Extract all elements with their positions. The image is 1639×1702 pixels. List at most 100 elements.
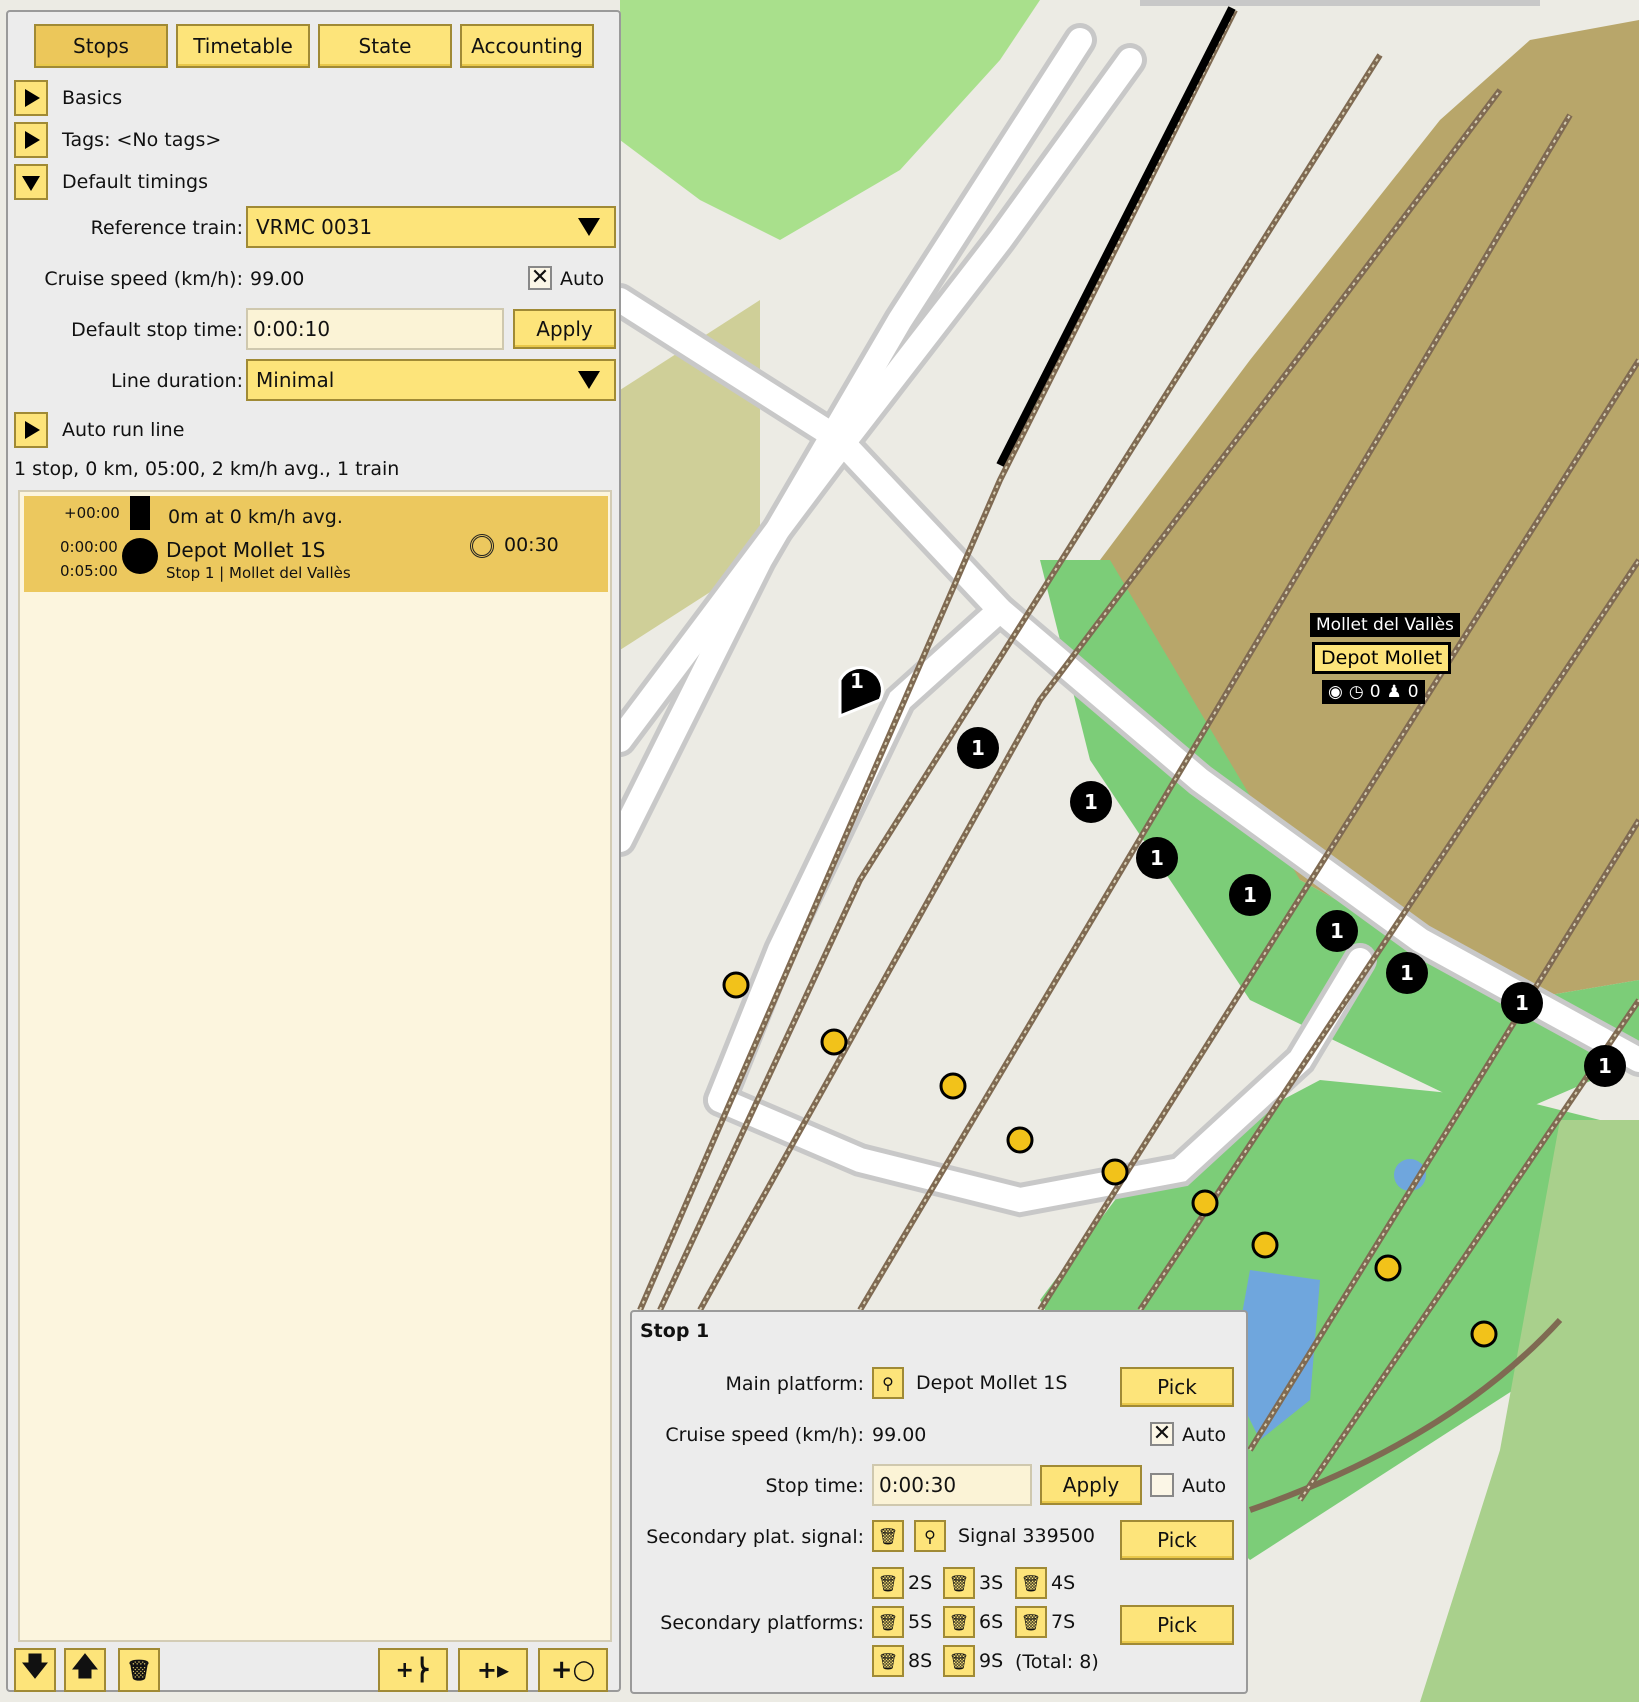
apply-stop-time-button[interactable]: Apply [1040,1465,1142,1505]
remove-platform-button[interactable]: 🗑 [872,1567,904,1599]
section-default-timings[interactable]: Default timings [14,164,208,200]
triangle-right-icon [25,89,40,107]
remove-platform-button[interactable]: 🗑 [943,1567,975,1599]
main-platform-value: Depot Mollet 1S [916,1372,1068,1394]
stop-marker-label: 1 [971,736,985,760]
line-duration-dropdown[interactable]: Minimal [246,359,616,401]
remove-platform-button[interactable]: 🗑 [943,1645,975,1677]
pick-platforms-button[interactable]: Pick [1120,1605,1234,1645]
segment-offset: +00:00 [64,504,120,522]
main-platform-field: ⚲ Depot Mollet 1S [872,1367,1067,1399]
list-item: 🗑 7S [1015,1606,1075,1638]
trash-icon: 🗑 [877,1573,899,1593]
remove-platform-button[interactable]: 🗑 [872,1645,904,1677]
default-stop-time-input[interactable]: 0:00:10 [246,308,504,350]
collapse-button[interactable] [14,164,48,200]
pin-icon: ⚲ [924,1526,936,1546]
trash-icon: 🗑 [948,1612,970,1632]
cruise-speed-auto-checkbox[interactable]: ✕ [1150,1422,1174,1446]
list-item: 🗑 8S [872,1645,932,1677]
tab-stops[interactable]: Stops [34,24,168,68]
stop-marker-label: 1 [1515,991,1529,1015]
trash-icon: 🗑 [877,1612,899,1632]
remove-platform-button[interactable]: 🗑 [872,1606,904,1638]
stop-list[interactable]: +00:00 0m at 0 km/h avg. 0:00:00 0:05:00… [18,490,612,1642]
add-stop-icon: +▸ [476,1656,510,1684]
section-label: Default timings [62,171,208,193]
platform-name: 6S [979,1611,1004,1633]
section-label: Tags: <No tags> [62,129,222,151]
pin-button[interactable]: ⚲ [872,1367,904,1399]
pick-signal-button[interactable]: Pick [1120,1520,1234,1560]
remove-platform-button[interactable]: 🗑 [1015,1567,1047,1599]
dwell-time: 00:30 [504,534,559,556]
platform-name: 5S [908,1611,933,1633]
trash-icon: 🗑 [1020,1612,1042,1632]
tab-timetable[interactable]: Timetable [176,24,310,68]
expand-button[interactable] [14,412,48,448]
remove-platform-button[interactable]: 🗑 [1015,1606,1047,1638]
section-label: Auto run line [62,419,185,441]
move-up-button[interactable]: 🡅 [64,1648,106,1692]
secondary-signal-field: 🗑 ⚲ Signal 339500 [872,1520,1095,1552]
tab-accounting[interactable]: Accounting [460,24,594,68]
remove-signal-button[interactable]: 🗑 [872,1520,904,1552]
list-item: 🗑 3S [943,1567,1003,1599]
station-name-label[interactable]: Depot Mollet [1312,642,1452,674]
delete-stop-button[interactable]: 🗑 [118,1648,160,1692]
stop-marker-label: 1 [1400,961,1414,985]
people-icon: ♟ [1386,682,1402,702]
tab-state[interactable]: State [318,24,452,68]
list-item: 🗑 5S [872,1606,932,1638]
section-tags[interactable]: Tags: <No tags> [14,122,221,158]
list-item: 🗑 4S [1015,1567,1075,1599]
cruise-speed-auto-checkbox[interactable]: ✕ [528,266,552,290]
auto-label: Auto [1182,1424,1227,1446]
cruise-speed-label: Cruise speed (km/h): [665,1424,864,1446]
pick-main-platform-button[interactable]: Pick [1120,1367,1234,1407]
reference-train-dropdown[interactable]: VRMC 0031 [246,206,616,248]
stop-time-input[interactable]: 0:00:30 [872,1464,1032,1506]
remove-platform-button[interactable]: 🗑 [943,1606,975,1638]
list-item: 🗑 9S [943,1645,1003,1677]
trash-icon: 🗑 [948,1573,970,1593]
pin-button[interactable]: ⚲ [914,1520,946,1552]
main-platform-label: Main platform: [725,1373,864,1395]
list-item[interactable]: +00:00 0m at 0 km/h avg. 0:00:00 0:05:00… [24,496,608,592]
add-waypoint-button[interactable]: +○ [538,1648,608,1692]
dialog-title: Stop 1 [640,1320,710,1342]
stop-dot-icon [122,538,158,574]
secondary-signal-label: Secondary plat. signal: [646,1526,864,1548]
depart-time: 0:05:00 [60,562,118,580]
auto-label: Auto [560,268,605,290]
platform-name: 7S [1051,1611,1076,1633]
stop-marker-label: 1 [1150,846,1164,870]
dropdown-arrow-icon [578,371,600,389]
add-train-button[interactable]: +⎬ [378,1648,448,1692]
trash-icon: 🗑 [948,1651,970,1671]
section-auto-run-line[interactable]: Auto run line [14,412,184,448]
cruise-speed-value: 99.00 [872,1424,927,1446]
default-stop-time-label: Default stop time: [71,319,243,341]
line-panel: Stops Timetable State Accounting Basics … [6,10,621,1692]
stop-dialog: Stop 1 Main platform: ⚲ Depot Mollet 1S … [630,1310,1248,1694]
section-basics[interactable]: Basics [14,80,122,116]
list-item: 🗑 2S [872,1567,932,1599]
add-stop-button[interactable]: +▸ [458,1648,528,1692]
stop-time-auto-checkbox[interactable] [1150,1473,1174,1497]
cruise-speed-label: Cruise speed (km/h): [44,268,243,290]
triangle-right-icon [25,421,40,439]
apply-button[interactable]: Apply [513,309,616,349]
trash-icon: 🗑 [877,1651,899,1671]
dropdown-arrow-icon [578,218,600,236]
platform-name: 8S [908,1650,933,1672]
stop-name: Depot Mollet 1S [166,538,326,562]
expand-button[interactable] [14,80,48,116]
add-train-icon: +⎬ [395,1657,431,1683]
secondary-signal-value: Signal 339500 [958,1525,1095,1547]
section-label: Basics [62,87,123,109]
expand-button[interactable] [14,122,48,158]
add-circle-icon: +○ [550,1655,596,1685]
move-down-button[interactable]: 🡇 [14,1648,56,1692]
trash-icon: 🗑 [126,1658,152,1682]
